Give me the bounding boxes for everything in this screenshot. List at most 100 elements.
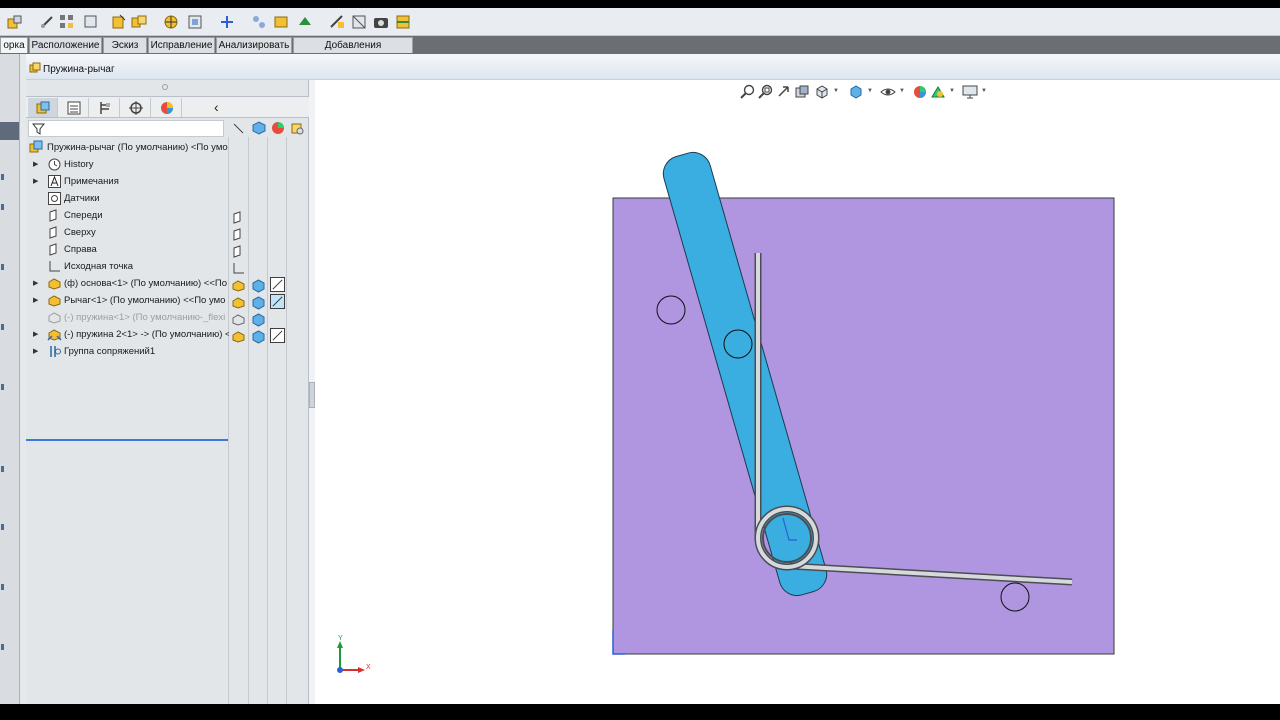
tree-item-top-plane[interactable]: Сверху: [26, 224, 309, 241]
appearance-icon[interactable]: [251, 329, 266, 344]
command-toolbar: [0, 8, 1280, 36]
appearance-icon[interactable]: [251, 295, 266, 310]
mate-icon[interactable]: [38, 13, 56, 31]
filter-icon[interactable]: [32, 122, 46, 136]
component-state-icon[interactable]: [231, 278, 246, 293]
assembly-features-icon[interactable]: [218, 13, 236, 31]
tree-item-mates[interactable]: ▶ Группа сопряжений1: [26, 343, 309, 360]
expand-icon[interactable]: ▶: [33, 173, 38, 190]
tree-item-sensors[interactable]: Датчики: [26, 190, 309, 207]
appearance-icon[interactable]: [251, 278, 266, 293]
y-arrowhead: [337, 641, 343, 648]
tree-item-base[interactable]: ▶ (ф) основа<1> (По умолчанию) <<По: [26, 275, 309, 292]
snapshot-icon[interactable]: [372, 13, 390, 31]
new-assembly-icon[interactable]: [130, 13, 148, 31]
display-mode-icon[interactable]: [270, 294, 285, 309]
tab-solidworks-addins[interactable]: Добавления SOLIDWORKS: [293, 37, 413, 66]
graphics-viewport[interactable]: ▼ ▼ ▼ ▼ ▼ Y X: [315, 80, 1280, 704]
expand-icon[interactable]: ▶: [33, 156, 38, 173]
reference-geometry-icon[interactable]: [250, 13, 268, 31]
bill-of-materials-icon[interactable]: [296, 13, 314, 31]
tree-item-history[interactable]: ▶ History: [26, 156, 309, 173]
tree-item-front-plane[interactable]: Спереди: [26, 207, 309, 224]
tree-item-label: Группа сопряжений1: [64, 346, 156, 357]
strip-dropdown[interactable]: [0, 122, 19, 140]
component-state-icon[interactable]: [231, 329, 246, 344]
feature-manager-tab-icon[interactable]: [28, 98, 58, 117]
document-title-bar: Пружина-рычаг: [26, 54, 1280, 80]
plane-icon: [49, 243, 57, 256]
tree-item-annotations[interactable]: ▶ Примечания: [26, 173, 309, 190]
strip-marker: [1, 324, 4, 330]
tree-item-label: Исходная точка: [64, 261, 134, 272]
display-mode-icon[interactable]: [270, 277, 285, 292]
plane-visibility-icon[interactable]: [231, 210, 246, 225]
configuration-manager-tab-icon[interactable]: [90, 98, 120, 117]
tree-root-assembly[interactable]: Пружина-рычаг (По умолчанию) <По умо: [26, 139, 309, 156]
plane-icon: [49, 209, 57, 222]
tree-item-spring-suppressed[interactable]: (-) пружина<1> (По умолчанию-_flexi: [26, 309, 309, 326]
tree-item-right-plane[interactable]: Справа: [26, 241, 309, 258]
strip-marker: [1, 644, 4, 650]
tree-item-label: Справа: [64, 244, 97, 255]
tree-item-spring-2[interactable]: ▶ (-) пружина 2<1> -> (По умолчанию) <: [26, 326, 309, 343]
strip-marker: [1, 264, 4, 270]
expand-icon[interactable]: ▶: [33, 292, 38, 309]
tab-sketch[interactable]: Эскиз: [103, 37, 147, 53]
tree-item-origin[interactable]: Исходная точка: [26, 258, 309, 275]
tree-item-label: History: [64, 159, 94, 170]
tree-item-label: (-) пружина<1> (По умолчанию-_flexi: [64, 312, 226, 323]
x-axis-label: X: [366, 664, 371, 671]
show-hidden-icon[interactable]: [186, 13, 204, 31]
instant3d-icon[interactable]: [350, 13, 368, 31]
insert-component-icon[interactable]: [6, 13, 24, 31]
collapse-panel-icon[interactable]: ‹: [214, 99, 219, 115]
appearance-icon[interactable]: [251, 312, 266, 327]
linear-pattern-icon[interactable]: [58, 13, 76, 31]
strip-marker: [1, 466, 4, 472]
axis-triad: Y X: [337, 635, 371, 673]
component-state-icon[interactable]: [231, 295, 246, 310]
annotations-icon: [48, 175, 61, 188]
bottom-black-bar: [0, 704, 1280, 720]
strip-marker: [1, 174, 4, 180]
top-black-bar: [0, 0, 1280, 8]
new-motion-study-icon[interactable]: [272, 13, 290, 31]
plane-visibility-icon[interactable]: [231, 244, 246, 259]
tree-rollback-bar[interactable]: [26, 439, 228, 441]
tree-item-label: (-) пружина 2<1> -> (По умолчанию) <: [64, 329, 229, 340]
origin-visibility-icon[interactable]: [231, 261, 246, 276]
sketch-column-icon[interactable]: [231, 120, 249, 137]
appearance-column-icon[interactable]: [251, 120, 269, 137]
component-preview-icon[interactable]: [82, 13, 100, 31]
base-plate[interactable]: [612, 197, 1115, 655]
exploded-view-icon[interactable]: [328, 13, 346, 31]
model-scene[interactable]: Y X: [315, 80, 1280, 704]
tree-item-lever[interactable]: ▶ Рычаг<1> (По умолчанию) <<По умо: [26, 292, 309, 309]
tree-item-label: Спереди: [64, 210, 103, 221]
new-part-icon[interactable]: [110, 13, 128, 31]
tree-item-label: Примечания: [64, 176, 119, 187]
tree-filter-input[interactable]: [28, 120, 224, 137]
plane-icon: [49, 226, 57, 239]
transparency-column-icon[interactable]: [289, 120, 307, 137]
tab-markup[interactable]: Исправление: [148, 37, 215, 53]
large-assembly-icon[interactable]: [394, 13, 412, 31]
tab-evaluate[interactable]: Анализировать: [216, 37, 292, 53]
move-component-icon[interactable]: [162, 13, 180, 31]
strip-marker: [1, 204, 4, 210]
display-manager-tab-icon[interactable]: [152, 98, 182, 117]
y-axis-label: Y: [338, 635, 343, 642]
display-mode-icon[interactable]: [270, 328, 285, 343]
dimxpert-tab-icon[interactable]: [121, 98, 151, 117]
expand-icon[interactable]: ▶: [33, 343, 38, 360]
component-state-icon[interactable]: [231, 312, 246, 327]
expand-icon[interactable]: ▶: [33, 275, 38, 292]
property-manager-tab-icon[interactable]: [59, 98, 89, 117]
tab-assembly[interactable]: орка: [0, 37, 28, 53]
display-state-column-icon[interactable]: [270, 120, 288, 137]
plane-visibility-icon[interactable]: [231, 227, 246, 242]
expand-icon[interactable]: ▶: [33, 326, 38, 343]
panel-grip-icon[interactable]: [162, 84, 168, 90]
tab-layout[interactable]: Расположение: [29, 37, 102, 53]
